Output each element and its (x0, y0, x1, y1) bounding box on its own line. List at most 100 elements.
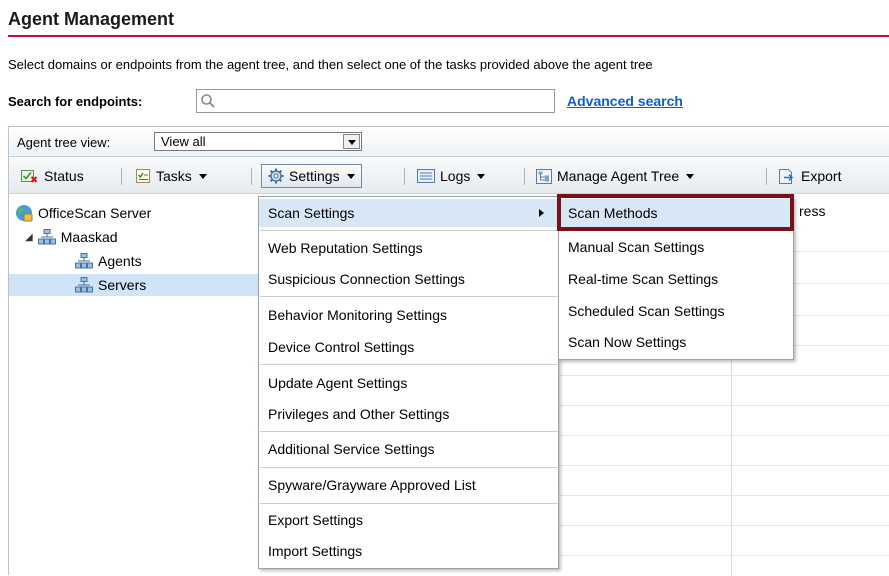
tree-view-select[interactable]: View all (154, 132, 362, 151)
expand-arrow-icon[interactable]: ◢ (25, 232, 33, 243)
menu-item-label: Scan Now Settings (568, 334, 687, 350)
tree-manage-icon (536, 168, 552, 184)
status-label: Status (44, 168, 84, 184)
logs-icon (417, 169, 435, 183)
menu-item-label: Web Reputation Settings (268, 240, 423, 256)
agent-tree: OfficeScan Server ◢ Maaskad Agents Serve… (9, 195, 259, 576)
menu-item-update-agent-settings[interactable]: Update Agent Settings (259, 369, 558, 397)
menu-item-export-settings[interactable]: Export Settings (259, 506, 558, 534)
menu-item-manual-scan-settings[interactable]: Manual Scan Settings (559, 233, 793, 261)
settings-label: Settings (289, 168, 340, 184)
menu-item-additional-service-settings[interactable]: Additional Service Settings (259, 435, 558, 463)
menu-item-label: Export Settings (268, 512, 363, 528)
grid-row-line (559, 525, 889, 526)
menu-item-import-settings[interactable]: Import Settings (259, 537, 558, 565)
tree-node-label: Maaskad (60, 229, 118, 245)
tree-view-value: View all (161, 134, 206, 149)
export-icon (779, 168, 794, 184)
domain-icon (37, 229, 56, 245)
menu-item-scan-settings[interactable]: Scan Settings (259, 199, 558, 227)
grid-row-line (559, 555, 889, 556)
manage-agent-tree-button[interactable]: Manage Agent Tree (536, 165, 695, 187)
toolbar-separator (251, 168, 252, 185)
tree-node-agents[interactable]: Agents (75, 250, 142, 272)
gear-icon (268, 168, 284, 184)
logs-button[interactable]: Logs (417, 165, 486, 187)
menu-separator (260, 296, 557, 297)
menu-separator (260, 503, 557, 504)
export-button[interactable]: Export (779, 165, 841, 187)
toolbar-separator (121, 168, 122, 185)
grid-row-line (559, 465, 889, 466)
menu-item-label: Device Control Settings (268, 339, 415, 355)
menu-item-label: Scan Settings (268, 205, 355, 221)
menu-item-label: Suspicious Connection Settings (268, 271, 465, 287)
menu-item-scan-now-settings[interactable]: Scan Now Settings (559, 328, 793, 356)
menu-separator (260, 431, 557, 432)
domain-icon (75, 277, 93, 293)
chevron-down-icon (198, 173, 207, 179)
menu-separator (260, 230, 557, 231)
tasks-label: Tasks (156, 168, 192, 184)
tree-node-servers[interactable]: Servers (9, 274, 259, 296)
toolbar-separator (524, 168, 525, 185)
menu-item-label: Spyware/Grayware Approved List (268, 477, 476, 493)
grid-row-line (559, 405, 889, 406)
menu-item-label: Import Settings (268, 543, 363, 559)
chevron-down-icon[interactable] (343, 134, 360, 149)
menu-item-label: Manual Scan Settings (568, 239, 705, 255)
grid-row-line (559, 375, 889, 376)
settings-menu: Scan Settings Web Reputation Settings Su… (258, 196, 559, 569)
search-icon (201, 94, 215, 108)
title-divider (8, 35, 889, 37)
toolbar: Status Tasks Settings Logs Manage Agent … (9, 158, 889, 194)
chevron-down-icon (686, 173, 695, 179)
status-button[interactable]: Status (21, 165, 84, 187)
grid-row-line (559, 495, 889, 496)
search-input[interactable] (196, 89, 555, 113)
domain-icon (75, 253, 93, 269)
menu-separator (260, 467, 557, 468)
menu-item-suspicious-connection-settings[interactable]: Suspicious Connection Settings (259, 265, 558, 293)
menu-item-web-reputation-settings[interactable]: Web Reputation Settings (259, 234, 558, 262)
settings-button[interactable]: Settings (261, 164, 362, 188)
tree-node-label: OfficeScan Server (38, 205, 152, 221)
tree-node-label: Servers (98, 277, 147, 293)
export-label: Export (801, 168, 842, 184)
grid-column-header: ress (799, 203, 826, 219)
tasks-button[interactable]: Tasks (136, 165, 207, 187)
advanced-search-link[interactable]: Advanced search (567, 93, 683, 109)
chevron-down-icon (346, 173, 355, 179)
grid-row-line (559, 435, 889, 436)
tasks-icon (136, 168, 150, 183)
chevron-down-icon (477, 173, 486, 179)
menu-item-label: Additional Service Settings (268, 441, 435, 457)
tree-view-bar: Agent tree view: View all (9, 127, 889, 157)
menu-item-label: Real-time Scan Settings (568, 271, 719, 287)
instructions-text: Select domains or endpoints from the age… (8, 57, 653, 72)
menu-item-device-control-settings[interactable]: Device Control Settings (259, 333, 558, 361)
globe-icon (16, 205, 33, 222)
menu-item-spyware-grayware-approved-list[interactable]: Spyware/Grayware Approved List (259, 471, 558, 499)
tree-node-maaskad[interactable]: ◢ Maaskad (25, 226, 118, 248)
tree-node-label: Agents (98, 253, 142, 269)
tree-view-label: Agent tree view: (17, 135, 111, 150)
logs-label: Logs (440, 168, 471, 184)
toolbar-separator (766, 168, 767, 185)
menu-item-label: Privileges and Other Settings (268, 406, 450, 422)
menu-item-label: Scheduled Scan Settings (568, 303, 725, 319)
manage-agent-tree-label: Manage Agent Tree (557, 168, 680, 184)
page-title: Agent Management (8, 9, 175, 29)
search-label: Search for endpoints: (8, 94, 143, 109)
menu-item-scheduled-scan-settings[interactable]: Scheduled Scan Settings (559, 297, 793, 325)
menu-item-label: Update Agent Settings (268, 375, 408, 391)
tree-node-officescan-server[interactable]: OfficeScan Server (15, 202, 151, 224)
annotation-highlight-box (557, 194, 794, 231)
menu-item-label: Behavior Monitoring Settings (268, 307, 447, 323)
menu-item-privileges-and-other-settings[interactable]: Privileges and Other Settings (259, 400, 558, 428)
toolbar-separator (404, 168, 405, 185)
chevron-right-icon (539, 209, 544, 217)
menu-item-behavior-monitoring-settings[interactable]: Behavior Monitoring Settings (259, 301, 558, 329)
menu-item-real-time-scan-settings[interactable]: Real-time Scan Settings (559, 265, 793, 293)
menu-separator (260, 364, 557, 365)
